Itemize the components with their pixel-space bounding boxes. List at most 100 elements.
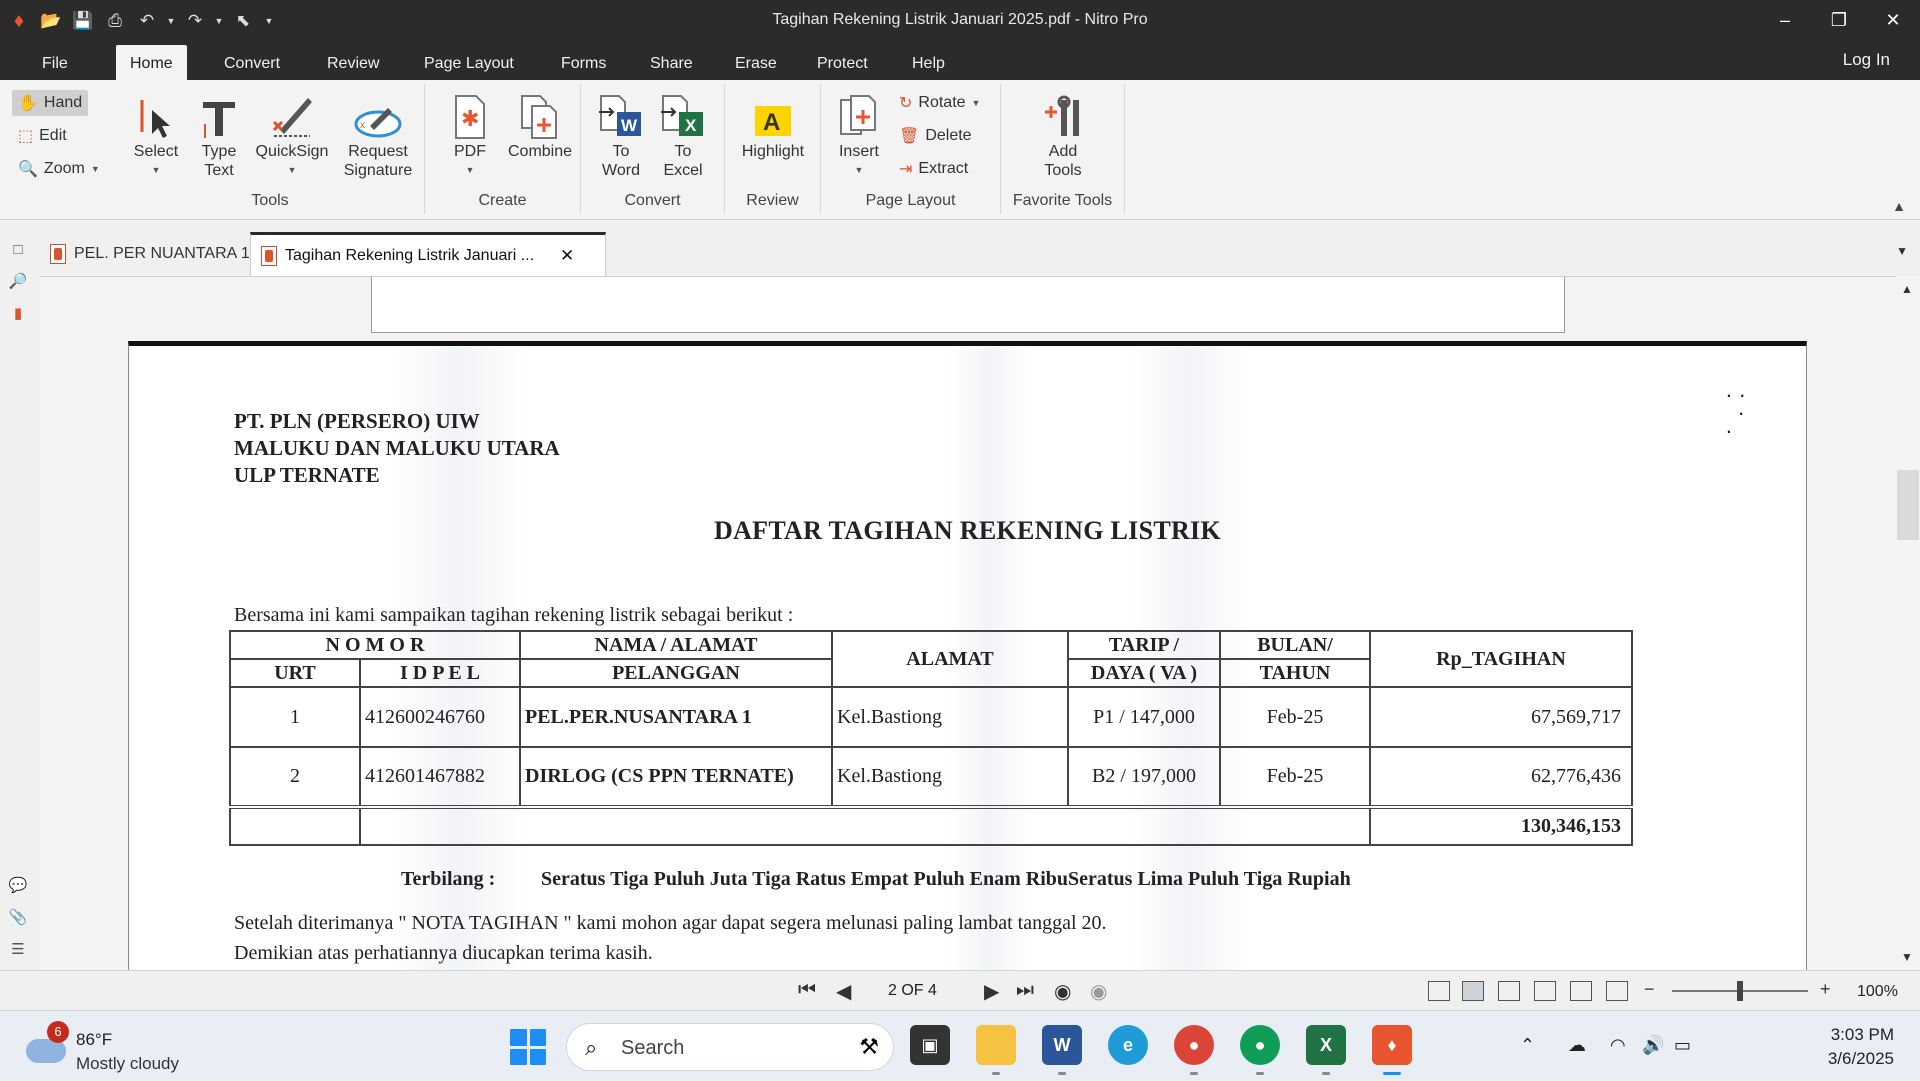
excel-icon[interactable]: X [1306, 1025, 1346, 1075]
company-line-2: MALUKU DAN MALUKU UTARA [234, 436, 560, 460]
close-window-icon[interactable]: ✕ [1866, 0, 1920, 41]
edit-label: Edit [39, 127, 67, 144]
bookmarks-panel-icon[interactable]: ▮ [7, 302, 29, 324]
type-text-button[interactable]: Type Text [196, 88, 242, 180]
continuous-view-icon[interactable] [1462, 981, 1484, 1001]
battery-icon[interactable]: ▭ [1674, 1035, 1691, 1056]
tab-page-layout[interactable]: Page Layout [410, 49, 528, 80]
tab-share[interactable]: Share [636, 49, 707, 80]
request-signature-button[interactable]: x Request Signature [336, 88, 420, 180]
tab-review[interactable]: Review [313, 49, 393, 80]
volume-icon[interactable]: 🔊 [1642, 1035, 1664, 1056]
previous-page-icon[interactable]: ◀ [836, 979, 851, 1004]
edit-tool-button[interactable]: ⬚ Edit [12, 123, 73, 149]
select-button[interactable]: Select ▼ [128, 88, 184, 180]
tabs-dropdown-icon[interactable]: ▼ [1896, 244, 1908, 258]
facing-continuous-view-icon[interactable] [1534, 981, 1556, 1001]
to-word-icon: W [593, 88, 649, 140]
header-pelanggan: PELANGGAN [519, 658, 833, 688]
pages-panel-icon[interactable]: □ [7, 238, 29, 260]
scroll-up-icon[interactable]: ▲ [1901, 282, 1913, 296]
pdf-button[interactable]: ✱ PDF ▼ [445, 88, 495, 180]
zoom-in-icon[interactable]: + [1820, 979, 1831, 1000]
to-word-button[interactable]: W To Word [593, 88, 649, 180]
request-signature-label-2: Signature [343, 162, 413, 179]
last-page-icon[interactable]: ⏭ [1016, 979, 1034, 1002]
login-button[interactable]: Log In [1843, 50, 1890, 70]
onedrive-icon[interactable]: ☁ [1568, 1035, 1586, 1056]
previous-view-icon[interactable]: ◉ [1054, 979, 1071, 1004]
chrome-profile-icon[interactable]: ● [1240, 1025, 1280, 1075]
zoom-slider-thumb[interactable] [1737, 981, 1743, 1001]
show-hidden-icons-icon[interactable]: ⌃ [1520, 1035, 1535, 1056]
output-panel-icon[interactable]: ☰ [7, 938, 29, 960]
facing-view-icon[interactable] [1498, 981, 1520, 1001]
restore-icon[interactable]: ❐ [1812, 0, 1866, 41]
chrome-icon[interactable]: ● [1174, 1025, 1214, 1075]
tab-home[interactable]: Home [116, 45, 187, 80]
svg-text:X: X [685, 116, 697, 135]
taskbar-search[interactable]: ⌕ Search ⚒ [566, 1023, 894, 1071]
extract-button[interactable]: ⇥ Extract [893, 156, 974, 182]
doc-tab-tagihan[interactable]: Tagihan Rekening Listrik Januari ... ✕ [250, 232, 606, 276]
tab-file[interactable]: File [28, 49, 82, 80]
search-panel-icon[interactable]: 🔎 [7, 270, 29, 292]
minimize-icon[interactable]: – [1758, 0, 1812, 41]
add-tools-button[interactable]: Add Tools [1023, 88, 1103, 180]
edge-icon[interactable]: e [1108, 1025, 1148, 1065]
add-tools-icon [1023, 88, 1103, 140]
first-page-icon[interactable]: ⏮ [798, 979, 816, 1002]
doc-tab-label: PEL. PER NUANTARA 1 [74, 245, 250, 262]
company-line-1: PT. PLN (PERSERO) UIW [234, 409, 480, 433]
tab-forms[interactable]: Forms [547, 49, 620, 80]
scroll-down-icon[interactable]: ▼ [1901, 950, 1913, 964]
document-viewport[interactable]: · · · · PT. PLN (PERSERO) UIW MALUKU DAN … [40, 276, 1896, 970]
rotate-button[interactable]: ↻ Rotate ▼ [893, 90, 986, 116]
zoom-level[interactable]: 100% [1857, 983, 1898, 1001]
header-idpel: I D P E L [359, 658, 521, 688]
to-excel-button[interactable]: X To Excel [655, 88, 711, 180]
task-view-icon[interactable]: ▣ [910, 1025, 950, 1065]
zoom-out-icon[interactable]: − [1644, 979, 1655, 1000]
bill-table: N O M O R NAMA / ALAMAT ALAMAT TARIP / B… [229, 630, 1633, 846]
group-favorite-tools-label: Favorite Tools [1012, 192, 1113, 209]
create-pdf-icon: ✱ [445, 88, 495, 140]
next-view-icon[interactable]: ◉ [1090, 979, 1107, 1004]
comments-panel-icon[interactable]: 💬 [7, 874, 29, 896]
delete-button[interactable]: 🗑 Delete [893, 123, 978, 149]
type-text-label-1: Type [201, 143, 237, 160]
attachments-panel-icon[interactable]: 📎 [7, 906, 29, 928]
close-tab-icon[interactable]: ✕ [560, 246, 574, 266]
combine-button[interactable]: Combine [503, 88, 577, 161]
wifi-icon[interactable]: ◠ [1610, 1035, 1626, 1056]
file-explorer-icon[interactable] [976, 1025, 1016, 1075]
vertical-scrollbar[interactable]: ▲ ▼ [1896, 276, 1920, 970]
cell-idpel: 412600246760 [359, 686, 521, 748]
highlight-button[interactable]: A Highlight [733, 88, 813, 161]
insert-button[interactable]: Insert ▼ [831, 88, 887, 180]
nitro-pro-icon[interactable]: ♦ [1372, 1025, 1412, 1075]
start-button[interactable] [510, 1029, 546, 1065]
windows-taskbar: 6 86°F Mostly cloudy ⌕ Search ⚒ ▣ W e ● … [0, 1010, 1920, 1080]
tab-help[interactable]: Help [898, 49, 959, 80]
doc-tab-pel-per-nuantara[interactable]: PEL. PER NUANTARA 1 [40, 232, 260, 276]
word-icon[interactable]: W [1042, 1025, 1082, 1075]
tab-erase[interactable]: Erase [721, 49, 791, 80]
quicksign-button[interactable]: QuickSign ▼ [252, 88, 332, 180]
collapse-ribbon-icon[interactable]: ▲ [1892, 198, 1906, 214]
page-indicator[interactable]: 2 OF 4 [888, 982, 937, 1000]
next-page-icon[interactable]: ▶ [984, 979, 999, 1004]
tab-convert[interactable]: Convert [210, 49, 294, 80]
scroll-thumb[interactable] [1897, 470, 1919, 540]
extract-label: Extract [918, 160, 969, 177]
single-page-view-icon[interactable] [1428, 981, 1450, 1001]
type-text-label-2: Text [204, 162, 234, 179]
hand-tool-button[interactable]: ✋ Hand [12, 90, 89, 116]
clock[interactable]: 3:03 PM 3/6/2025 [1828, 1023, 1894, 1071]
full-screen-icon[interactable] [1606, 981, 1628, 1001]
fit-width-icon[interactable] [1570, 981, 1592, 1001]
company-line-3: ULP TERNATE [234, 463, 380, 487]
tab-protect[interactable]: Protect [803, 49, 882, 80]
zoom-tool-button[interactable]: 🔍 Zoom ▼ [12, 156, 106, 182]
company-header: PT. PLN (PERSERO) UIW MALUKU DAN MALUKU … [234, 408, 560, 489]
